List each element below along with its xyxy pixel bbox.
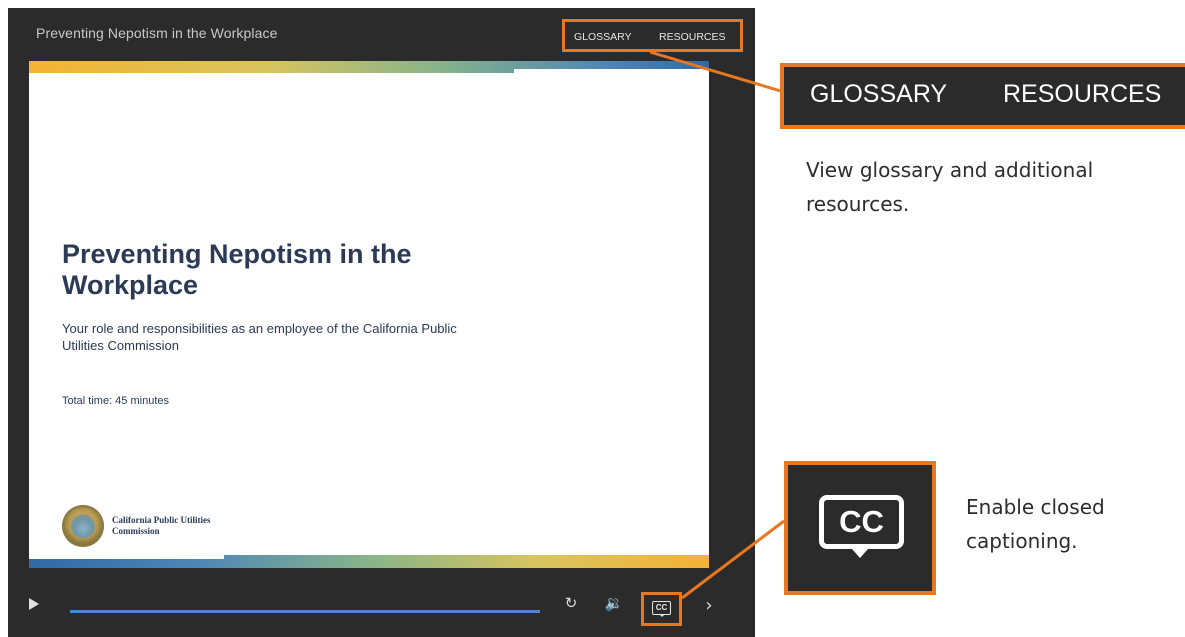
slide-top-bar-notch — [514, 69, 709, 73]
callout-resources-label: RESOURCES — [1003, 80, 1162, 108]
cc-icon-tail — [659, 614, 665, 617]
replay-icon[interactable]: ↻ — [562, 595, 580, 611]
player-title: Preventing Nepotism in the Workplace — [36, 25, 278, 41]
chevron-right-icon[interactable]: › — [701, 597, 717, 615]
closed-caption-icon[interactable]: CC — [652, 601, 671, 615]
nav-callout-description: View glossary and additional resources. — [806, 158, 1094, 216]
closed-caption-large-icon: CC — [819, 495, 904, 549]
volume-icon[interactable]: 🔉 — [604, 595, 624, 611]
cpuc-seal-logo — [62, 505, 104, 547]
progress-bar[interactable] — [70, 610, 540, 613]
nav-callout: GLOSSARY RESOURCES — [780, 63, 1185, 129]
callout-glossary-label: GLOSSARY — [810, 80, 948, 108]
slide-title: Preventing Nepotism in the Workplace — [62, 239, 412, 300]
glossary-link[interactable]: GLOSSARY — [574, 31, 632, 43]
seal-center — [71, 514, 95, 538]
cc-large-icon-tail — [852, 549, 868, 558]
org-name: California Public Utilities Commission — [112, 515, 211, 536]
slide-subtitle: Your role and responsibilities as an emp… — [62, 321, 457, 353]
cc-button-highlight[interactable]: CC — [641, 592, 682, 626]
cc-callout: CC — [784, 461, 936, 595]
resources-link[interactable]: RESOURCES — [659, 31, 726, 43]
slide-bottom-bar-notch — [29, 555, 224, 559]
slide: Preventing Nepotism in the Workplace You… — [29, 61, 709, 568]
cc-callout-description: Enable closed captioning. — [966, 495, 1105, 553]
top-nav-highlight: GLOSSARY RESOURCES — [562, 19, 743, 52]
play-icon[interactable] — [29, 598, 39, 610]
slide-total-time: Total time: 45 minutes — [62, 395, 169, 407]
